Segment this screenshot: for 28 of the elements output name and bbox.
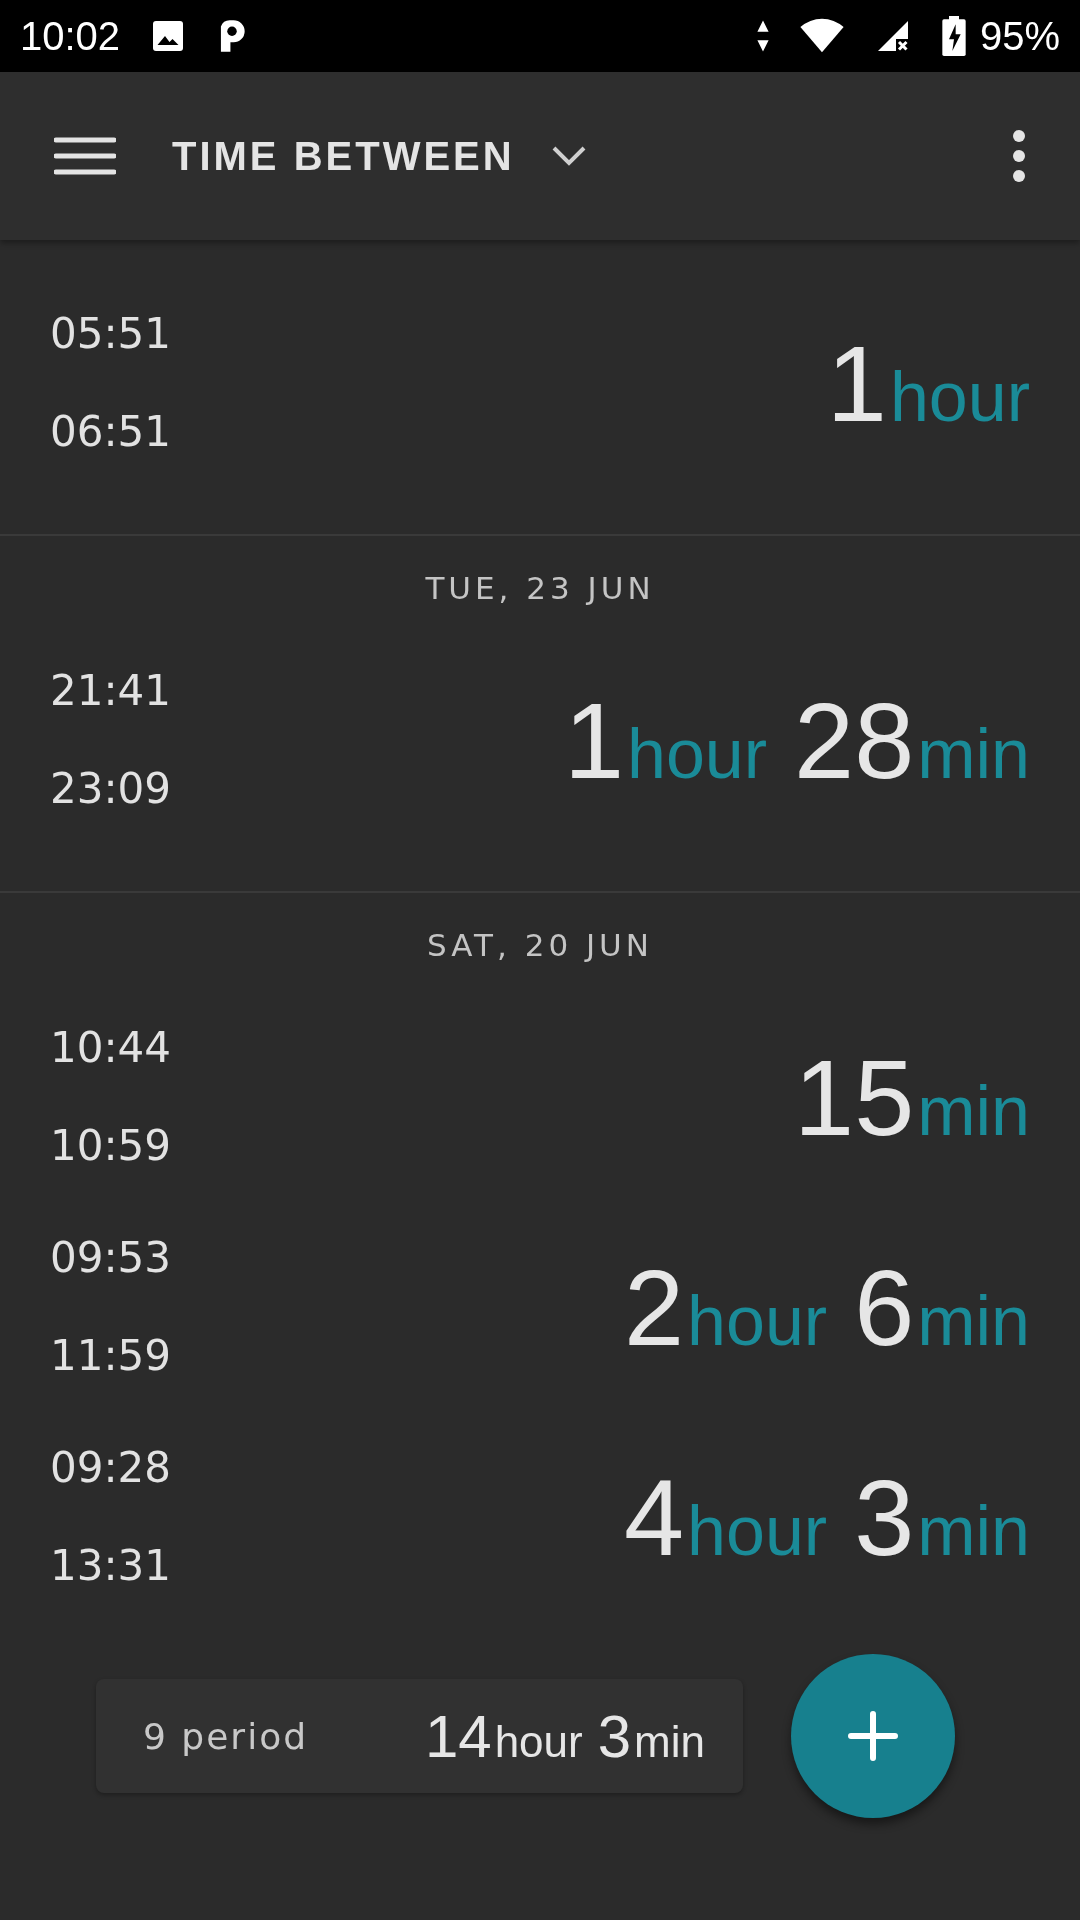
start-time: 10:44 xyxy=(50,1022,172,1074)
status-time: 10:02 xyxy=(20,13,121,59)
plus-icon xyxy=(848,1711,898,1761)
dropdown-caret-icon[interactable] xyxy=(550,145,587,167)
battery-icon xyxy=(941,16,966,56)
end-time: 10:59 xyxy=(50,1120,172,1172)
menu-icon[interactable] xyxy=(54,136,116,176)
end-time: 11:59 xyxy=(50,1330,172,1382)
duration-text: 4hour 3min xyxy=(623,1455,1030,1580)
end-time: 23:09 xyxy=(50,763,172,815)
start-time: 21:41 xyxy=(50,665,172,717)
period-count: 9 period xyxy=(143,1715,309,1757)
battery-percent: 95% xyxy=(979,13,1060,59)
start-time: 09:28 xyxy=(50,1442,172,1494)
screen-title[interactable]: TIME BETWEEN xyxy=(172,133,515,179)
total-duration: 14hour 3min xyxy=(424,1701,705,1771)
duration-text: 15min xyxy=(794,1035,1030,1160)
end-time: 06:51 xyxy=(50,406,172,458)
duration-text: 1hour xyxy=(826,321,1030,446)
start-time: 05:51 xyxy=(50,308,172,360)
start-time: 09:53 xyxy=(50,1232,172,1284)
date-header: TUE, 23 JUN xyxy=(425,570,655,606)
duration-text: 1hour 28min xyxy=(563,678,1030,803)
end-time: 13:31 xyxy=(50,1540,172,1592)
duration-text: 2hour 6min xyxy=(623,1245,1030,1370)
more-options-icon[interactable] xyxy=(1012,129,1026,183)
date-header: SAT, 20 JUN xyxy=(427,927,653,963)
wifi-icon xyxy=(799,18,844,54)
